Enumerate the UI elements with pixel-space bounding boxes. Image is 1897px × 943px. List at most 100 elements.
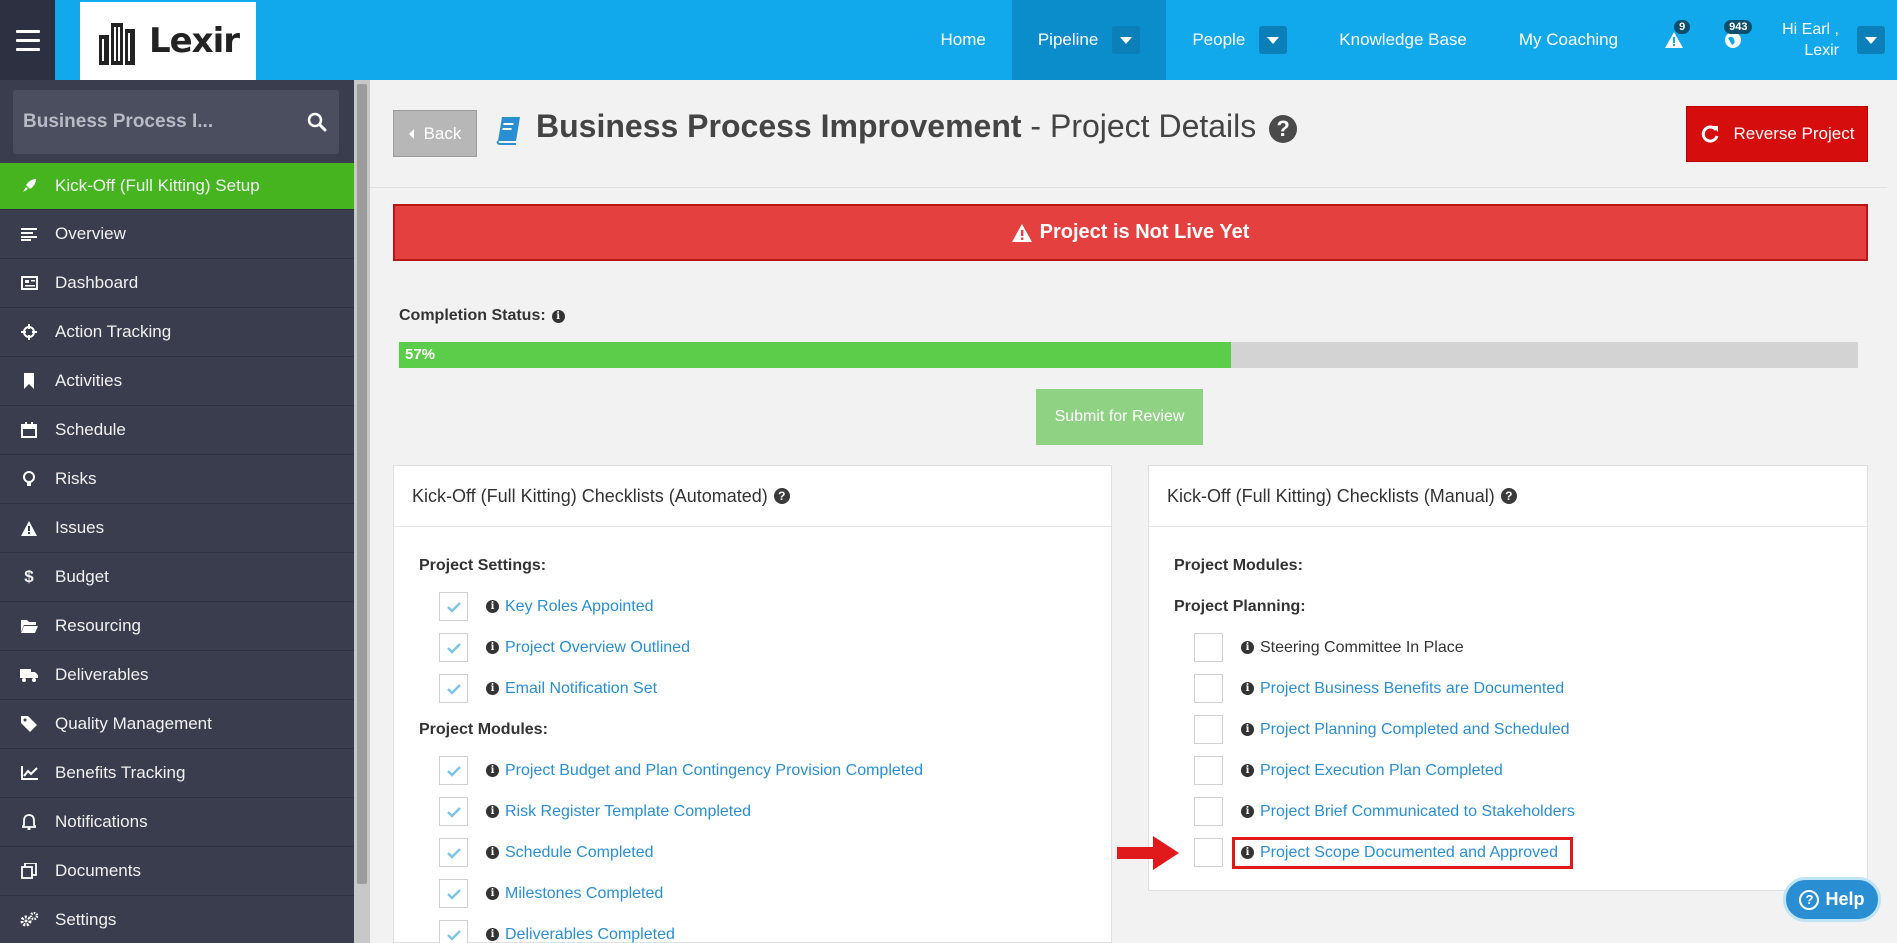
check-icon bbox=[446, 847, 461, 859]
info-icon[interactable]: i bbox=[486, 928, 499, 941]
sidebar-item-quality-management[interactable]: Quality Management bbox=[0, 700, 354, 749]
checkbox-checked[interactable] bbox=[439, 797, 468, 826]
alerts-button[interactable]: 9 bbox=[1644, 0, 1704, 80]
completion-progress-fill: 57% bbox=[399, 342, 1231, 368]
people-dropdown-caret[interactable] bbox=[1259, 26, 1288, 54]
hamburger-menu-button[interactable] bbox=[0, 0, 55, 80]
line-chart-icon bbox=[20, 764, 38, 782]
sidebar-item-label: Issues bbox=[55, 518, 105, 537]
checkbox-checked[interactable] bbox=[439, 674, 468, 703]
info-icon[interactable]: i bbox=[1241, 846, 1254, 859]
sidebar-item-budget[interactable]: $ Budget bbox=[0, 553, 354, 602]
checkbox-checked[interactable] bbox=[439, 920, 468, 943]
highlighted-checklist-link[interactable]: i Project Scope Documented and Approved bbox=[1232, 836, 1573, 869]
info-icon[interactable]: i bbox=[486, 887, 499, 900]
info-icon[interactable]: i bbox=[551, 309, 565, 323]
logo[interactable]: Lexir bbox=[80, 2, 256, 80]
checkbox-checked[interactable] bbox=[439, 879, 468, 908]
newspaper-icon bbox=[20, 274, 38, 292]
sidebar-item-documents[interactable]: Documents bbox=[0, 847, 354, 896]
checkbox-checked[interactable] bbox=[439, 838, 468, 867]
info-icon[interactable]: i bbox=[486, 641, 499, 654]
nav-my-coaching[interactable]: My Coaching bbox=[1493, 0, 1644, 80]
checkbox[interactable] bbox=[1194, 633, 1223, 662]
sidebar-item-action-tracking[interactable]: Action Tracking bbox=[0, 308, 354, 357]
sidebar-item-kickoff-setup[interactable]: Kick-Off (Full Kitting) Setup bbox=[0, 163, 354, 210]
nav-home[interactable]: Home bbox=[914, 0, 1011, 80]
sidebar-item-schedule[interactable]: Schedule bbox=[0, 406, 354, 455]
rocket-icon bbox=[20, 177, 38, 195]
checkbox[interactable] bbox=[1194, 756, 1223, 785]
submit-for-review-button[interactable]: Submit for Review bbox=[1036, 389, 1203, 445]
checklist-link[interactable]: i Risk Register Template Completed bbox=[486, 803, 751, 821]
checkbox[interactable] bbox=[1194, 797, 1223, 826]
checkbox[interactable] bbox=[1194, 674, 1223, 703]
checklist-link[interactable]: i Project Planning Completed and Schedule… bbox=[1241, 721, 1570, 739]
help-button[interactable]: ? Help bbox=[1783, 877, 1881, 922]
search-icon[interactable] bbox=[305, 110, 329, 134]
info-icon[interactable]: i bbox=[486, 805, 499, 818]
help-label: Help bbox=[1825, 889, 1865, 909]
sidebar-item-deliverables[interactable]: Deliverables bbox=[0, 651, 354, 700]
refresh-icon bbox=[1701, 125, 1718, 143]
checklist-link[interactable]: i Project Execution Plan Completed bbox=[1241, 762, 1503, 780]
sidebar-item-settings[interactable]: Settings bbox=[0, 896, 354, 943]
user-menu[interactable]: Hi Earl , Lexir bbox=[1762, 0, 1897, 80]
checklist-link[interactable]: i Project Business Benefits are Documente… bbox=[1241, 680, 1564, 698]
checklist-link[interactable]: i Project Overview Outlined bbox=[486, 639, 690, 657]
checklist-link[interactable]: i Milestones Completed bbox=[486, 885, 663, 903]
folder-icon bbox=[20, 617, 38, 635]
nav-knowledge-base[interactable]: Knowledge Base bbox=[1313, 0, 1493, 80]
check-icon bbox=[446, 683, 461, 695]
reverse-project-button[interactable]: Reverse Project bbox=[1686, 106, 1868, 162]
sidebar-item-overview[interactable]: Overview bbox=[0, 210, 354, 259]
checkbox-checked[interactable] bbox=[439, 592, 468, 621]
sidebar-item-dashboard[interactable]: Dashboard bbox=[0, 259, 354, 308]
back-button[interactable]: Back bbox=[393, 110, 477, 157]
completion-progress-bar: 57% bbox=[399, 342, 1858, 368]
question-circle-icon[interactable]: ? bbox=[1269, 114, 1298, 143]
checklist-link[interactable]: i Key Roles Appointed bbox=[486, 598, 654, 616]
sidebar-scrollbar-thumb[interactable] bbox=[357, 84, 367, 884]
info-icon[interactable]: i bbox=[1241, 805, 1254, 818]
globe-button[interactable]: 943 bbox=[1704, 0, 1762, 80]
sidebar-item-activities[interactable]: Activities bbox=[0, 357, 354, 406]
main-content: Back Business Process Improvement - Proj… bbox=[370, 80, 1897, 943]
info-icon[interactable]: i bbox=[486, 764, 499, 777]
info-icon[interactable]: i bbox=[1241, 723, 1254, 736]
sidebar-item-resourcing[interactable]: Resourcing bbox=[0, 602, 354, 651]
question-circle-icon[interactable]: ? bbox=[773, 488, 790, 504]
truck-icon bbox=[20, 666, 38, 684]
checklist-link[interactable]: i Project Budget and Plan Contingency Pro… bbox=[486, 762, 923, 780]
question-circle-icon[interactable]: ? bbox=[1500, 488, 1517, 504]
checkbox-checked[interactable] bbox=[439, 756, 468, 785]
automated-checklist-panel: Kick-Off (Full Kitting) Checklists (Auto… bbox=[393, 465, 1112, 943]
sidebar-item-risks[interactable]: Risks bbox=[0, 455, 354, 504]
checklist-link[interactable]: i Email Notification Set bbox=[486, 680, 657, 698]
checkbox[interactable] bbox=[1194, 838, 1223, 867]
info-icon[interactable]: i bbox=[486, 682, 499, 695]
checklist-link[interactable]: i Deliverables Completed bbox=[486, 926, 675, 943]
sidebar-item-notifications[interactable]: Notifications bbox=[0, 798, 354, 847]
info-icon[interactable]: i bbox=[486, 600, 499, 613]
checkbox-checked[interactable] bbox=[439, 633, 468, 662]
pipeline-dropdown-caret[interactable] bbox=[1112, 26, 1141, 54]
checklist-label: Project Scope Documented and Approved bbox=[1260, 843, 1558, 861]
alerts-badge: 9 bbox=[1674, 20, 1691, 34]
sidebar-item-benefits-tracking[interactable]: Benefits Tracking bbox=[0, 749, 354, 798]
checklist-link[interactable]: i Schedule Completed bbox=[486, 844, 654, 862]
copy-icon bbox=[20, 862, 38, 880]
calendar-icon bbox=[20, 421, 38, 439]
info-icon[interactable]: i bbox=[486, 846, 499, 859]
info-icon[interactable]: i bbox=[1241, 682, 1254, 695]
user-dropdown-caret[interactable] bbox=[1857, 26, 1885, 54]
project-search-input[interactable] bbox=[23, 111, 305, 133]
checklist-label: Project Execution Plan Completed bbox=[1260, 761, 1503, 779]
sidebar-item-issues[interactable]: Issues bbox=[0, 504, 354, 553]
info-icon[interactable]: i bbox=[1241, 764, 1254, 777]
checklist-link[interactable]: i Project Brief Communicated to Stakehold… bbox=[1241, 803, 1575, 821]
checkbox[interactable] bbox=[1194, 715, 1223, 744]
info-icon[interactable]: i bbox=[1241, 641, 1254, 654]
nav-people[interactable]: People bbox=[1166, 0, 1313, 80]
nav-pipeline[interactable]: Pipeline bbox=[1011, 0, 1167, 80]
